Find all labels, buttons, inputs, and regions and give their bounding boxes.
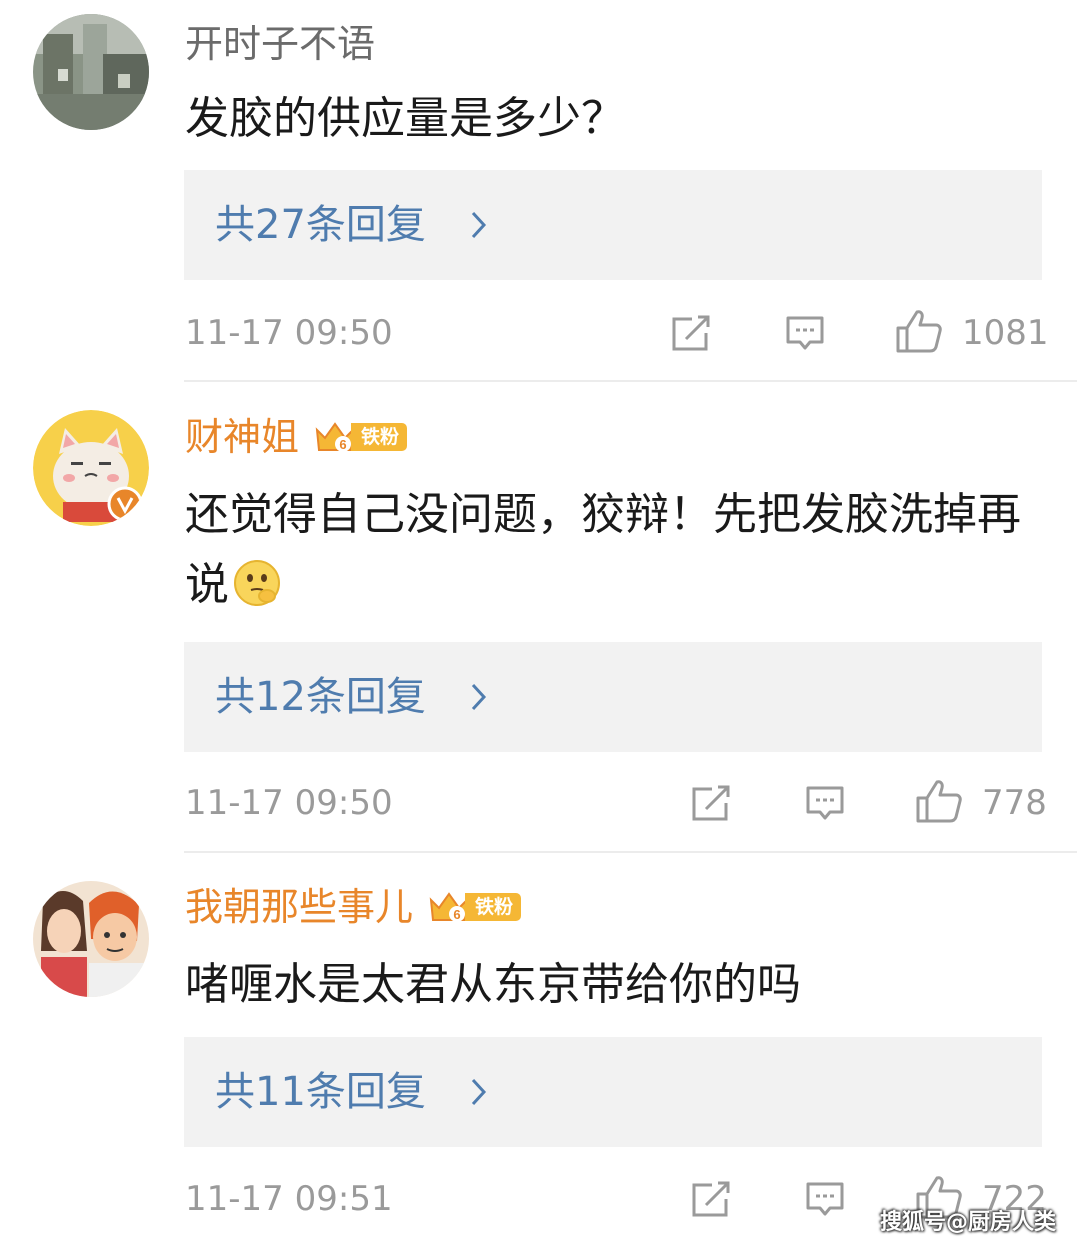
username-text[interactable]: 我朝那些事儿 — [185, 883, 413, 931]
divider — [184, 380, 1077, 382]
comment-text: 发胶的供应量是多少？ — [185, 84, 1045, 154]
chevron-right-icon — [471, 683, 487, 711]
fan-badge: 6 铁粉 — [427, 888, 522, 926]
chevron-right-icon — [471, 1078, 487, 1106]
badge-label: 铁粉 — [351, 423, 408, 451]
like-count: 778 — [982, 783, 1047, 823]
share-icon[interactable] — [690, 1179, 732, 1219]
badge-level: 6 — [339, 437, 346, 452]
lucky-cat-avatar — [33, 410, 149, 526]
share-icon[interactable] — [690, 783, 732, 823]
username[interactable]: 财神姐 6 铁粉 — [185, 413, 408, 461]
like-icon[interactable] — [895, 308, 943, 354]
reply-summary-box[interactable]: 共12条回复 — [184, 642, 1042, 752]
reply-count-link[interactable]: 共12条回复 — [215, 642, 426, 752]
username-text[interactable]: 开时子不语 — [185, 20, 375, 68]
username-text[interactable]: 财神姐 — [185, 413, 299, 461]
like-icon[interactable] — [915, 778, 963, 824]
comment-text: 啫喱水是太君从东京带给你的吗 — [185, 950, 1045, 1020]
comment-body: 啫喱水是太君从东京带给你的吗 — [185, 959, 801, 1010]
badge-label: 铁粉 — [465, 893, 522, 921]
comment-icon[interactable] — [804, 1179, 846, 1219]
chevron-right-icon — [471, 211, 487, 239]
landscape-photo-avatar — [33, 14, 149, 130]
comment-icon[interactable] — [784, 313, 826, 353]
like-count: 1081 — [962, 313, 1049, 353]
timestamp: 11-17 09:50 — [185, 313, 393, 353]
badge-level: 6 — [453, 907, 460, 922]
comment-meta: 11-17 09:50 1081 — [0, 308, 1077, 358]
username[interactable]: 我朝那些事儿 6 铁粉 — [185, 883, 522, 931]
timestamp: 11-17 09:50 — [185, 783, 393, 823]
share-icon[interactable] — [670, 313, 712, 353]
comment-text: 还觉得自己没问题，狡辩！先把发胶洗掉再说 — [185, 480, 1045, 620]
divider — [184, 851, 1077, 853]
fan-badge: 6 铁粉 — [313, 418, 408, 456]
reply-summary-box[interactable]: 共27条回复 — [184, 170, 1042, 280]
comment-body: 发胶的供应量是多少？ — [185, 93, 625, 144]
comment-meta: 11-17 09:50 778 — [0, 778, 1077, 828]
user-avatar[interactable] — [33, 881, 149, 997]
comment-body: 还觉得自己没问题，狡辩！先把发胶洗掉再说 — [185, 489, 1021, 610]
user-avatar[interactable] — [33, 14, 149, 130]
user-avatar[interactable] — [33, 410, 149, 526]
reply-count-link[interactable]: 共27条回复 — [215, 170, 426, 280]
timestamp: 11-17 09:51 — [185, 1179, 393, 1219]
reply-summary-box[interactable]: 共11条回复 — [184, 1037, 1042, 1147]
cartoon-couple-avatar — [33, 881, 149, 997]
thinking-face-emoji — [234, 560, 280, 606]
username[interactable]: 开时子不语 — [185, 20, 375, 68]
comment-icon[interactable] — [804, 783, 846, 823]
watermark: 搜狐号@厨房人类 — [880, 1210, 1057, 1235]
reply-count-link[interactable]: 共11条回复 — [215, 1037, 426, 1147]
